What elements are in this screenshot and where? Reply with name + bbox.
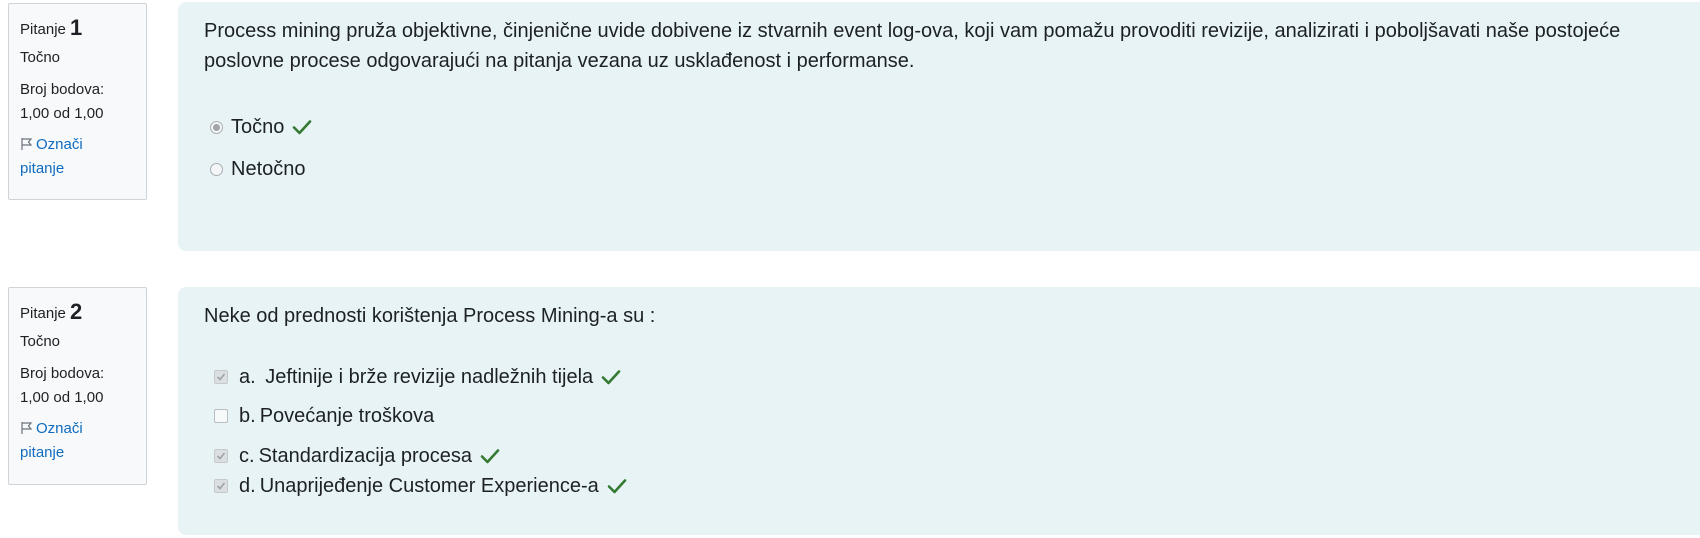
- question-grade: Broj bodova: 1,00 od 1,00: [20, 362, 138, 410]
- checkbox-checked[interactable]: [214, 479, 228, 493]
- question-2-info: Pitanje 2 Točno Broj bodova: 1,00 od 1,0…: [8, 287, 147, 485]
- checkbox-checked[interactable]: [214, 370, 228, 384]
- answer-label: Netočno: [231, 158, 306, 180]
- answer-letter: d.: [239, 475, 256, 497]
- grade-label: Broj bodova:: [20, 81, 105, 98]
- question-state: Točno: [20, 333, 61, 350]
- question-number-line: Pitanje 2: [20, 298, 138, 328]
- flag-label-line1: Označi: [36, 136, 83, 153]
- grade-value: 1,00 od 1,00: [20, 389, 104, 406]
- radio-button[interactable]: [210, 162, 223, 176]
- question-1-info: Pitanje 1 Točno Broj bodova: 1,00 od 1,0…: [8, 3, 147, 200]
- answer-option-a[interactable]: a. Jeftinije i brže revizije nadležnih t…: [214, 364, 621, 390]
- question-state: Točno: [20, 49, 61, 66]
- answer-option-true[interactable]: Točno: [210, 114, 312, 140]
- correct-check-icon: [480, 448, 500, 464]
- answer-label: Povećanje troškova: [259, 405, 435, 427]
- answer-label: Unaprijeđenje Customer Experience-a: [259, 475, 599, 497]
- answer-option-c[interactable]: c. Standardizacija procesa: [214, 443, 500, 469]
- question-1-content: Process mining pruža objektivne, činjeni…: [178, 2, 1700, 251]
- answer-letter: c.: [239, 445, 255, 467]
- question-label: Pitanje: [20, 305, 66, 322]
- answer-letter: a.: [239, 366, 256, 388]
- question-text: Process mining pruža objektivne, činjeni…: [204, 20, 1621, 72]
- answer-letter: b.: [239, 405, 256, 427]
- grade-value: 1,00 od 1,00: [20, 105, 104, 122]
- question-number: 2: [70, 299, 83, 324]
- checkbox-checked[interactable]: [214, 449, 228, 463]
- question-text: Neke od prednosti korištenja Process Min…: [204, 305, 656, 327]
- radio-button-selected[interactable]: [210, 120, 223, 134]
- flag-question-link[interactable]: Označi pitanje: [20, 133, 138, 181]
- question-label: Pitanje: [20, 21, 66, 38]
- flag-label-line2: pitanje: [20, 444, 65, 461]
- correct-check-icon: [601, 369, 621, 385]
- checkbox[interactable]: [214, 409, 228, 423]
- question-number: 1: [70, 15, 83, 40]
- correct-check-icon: [607, 478, 627, 494]
- flag-question-link[interactable]: Označi pitanje: [20, 417, 138, 465]
- question-grade: Broj bodova: 1,00 od 1,00: [20, 78, 138, 126]
- answer-option-d[interactable]: d. Unaprijeđenje Customer Experience-a: [214, 473, 627, 499]
- answer-label: Standardizacija procesa: [258, 445, 473, 467]
- answer-option-b[interactable]: b. Povećanje troškova: [214, 403, 434, 429]
- answer-label: Jeftinije i brže revizije nadležnih tije…: [259, 366, 594, 388]
- correct-check-icon: [292, 119, 312, 135]
- grade-label: Broj bodova:: [20, 365, 105, 382]
- question-2-content: Neke od prednosti korištenja Process Min…: [178, 287, 1700, 535]
- flag-icon: [20, 420, 36, 437]
- flag-label-line2: pitanje: [20, 160, 65, 177]
- flag-icon: [20, 136, 36, 153]
- question-number-line: Pitanje 1: [20, 14, 138, 44]
- answer-option-false[interactable]: Netočno: [210, 156, 306, 182]
- answer-label: Točno: [231, 116, 285, 138]
- flag-label-line1: Označi: [36, 420, 83, 437]
